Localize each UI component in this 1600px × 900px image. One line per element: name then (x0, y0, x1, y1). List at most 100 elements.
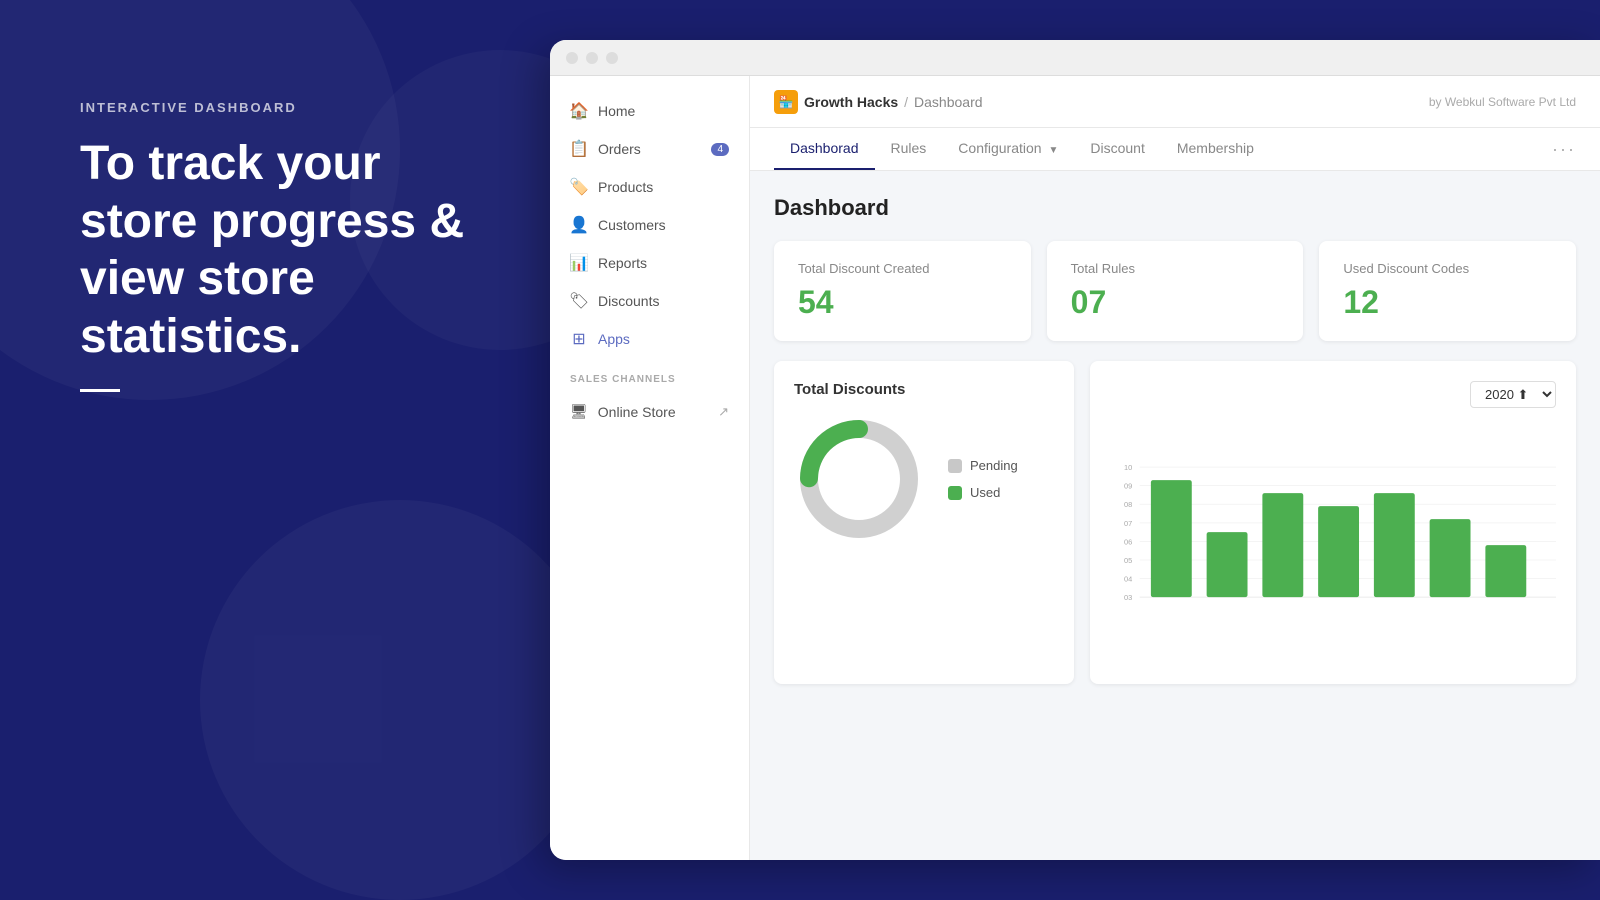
online-store-label: Online Store (598, 404, 676, 420)
bg-circle-2 (200, 500, 600, 900)
svg-text:03: 03 (1124, 593, 1132, 602)
sidebar-item-reports-label: Reports (598, 255, 647, 271)
donut-chart (794, 414, 924, 544)
legend-pending-label: Pending (970, 458, 1018, 473)
legend-dot-used (948, 486, 962, 500)
app-layout: 🏠 Home 📋 Orders 4 🏷️ Products 👤 Customer… (550, 76, 1600, 860)
legend-item-pending: Pending (948, 458, 1018, 473)
sidebar-item-discounts[interactable]: 🏷 Discounts (550, 282, 749, 320)
donut-legend: Pending Used (948, 458, 1018, 500)
sales-channels-label: SALES CHANNELS (550, 358, 749, 393)
sidebar-item-home[interactable]: 🏠 Home (550, 92, 749, 130)
svg-text:10: 10 (1124, 463, 1132, 472)
store-icon: 🏪 (774, 90, 798, 114)
browser-window: 🏠 Home 📋 Orders 4 🏷️ Products 👤 Customer… (550, 40, 1600, 860)
year-select[interactable]: 2020 ⬆ (1470, 381, 1556, 408)
bar-2 (1207, 532, 1248, 597)
bar-1 (1151, 480, 1192, 597)
bar-4 (1318, 506, 1359, 597)
svg-text:08: 08 (1124, 500, 1132, 509)
stat-total-rules-value: 07 (1071, 284, 1280, 321)
browser-dot-2 (586, 52, 598, 64)
stat-total-discount-label: Total Discount Created (798, 261, 1007, 276)
bar-card-header: 2020 ⬆ (1110, 381, 1556, 408)
sidebar-item-customers-label: Customers (598, 217, 666, 233)
tab-configuration[interactable]: Configuration ▼ (942, 128, 1074, 170)
browser-dot-3 (606, 52, 618, 64)
sidebar-item-orders[interactable]: 📋 Orders 4 (550, 130, 749, 168)
sidebar-item-orders-label: Orders (598, 141, 641, 157)
orders-icon: 📋 (570, 140, 588, 158)
main-content: 🏪 Growth Hacks / Dashboard by Webkul Sof… (750, 76, 1600, 860)
home-icon: 🏠 (570, 102, 588, 120)
left-panel-subtitle: INTERACTIVE DASHBOARD (80, 100, 510, 115)
svg-text:05: 05 (1124, 556, 1132, 565)
tab-rules[interactable]: Rules (875, 128, 943, 170)
by-webkul-label: by Webkul Software Pvt Ltd (1429, 95, 1576, 109)
tab-membership-label: Membership (1177, 140, 1254, 156)
bar-3 (1262, 493, 1303, 597)
online-store-icon: 🖥 (570, 403, 588, 420)
tab-rules-label: Rules (891, 140, 927, 156)
sidebar: 🏠 Home 📋 Orders 4 🏷️ Products 👤 Customer… (550, 76, 750, 860)
discounts-icon: 🏷 (570, 292, 588, 310)
bar-7 (1485, 545, 1526, 597)
svg-text:04: 04 (1124, 575, 1132, 584)
donut-container: Pending Used (794, 414, 1054, 544)
sidebar-item-apps[interactable]: ⊞ Apps (550, 320, 749, 358)
legend-item-used: Used (948, 485, 1018, 500)
left-panel: INTERACTIVE DASHBOARD To track your stor… (80, 100, 510, 392)
legend-dot-pending (948, 459, 962, 473)
left-panel-title: To track your store progress & view stor… (80, 135, 510, 365)
breadcrumb: 🏪 Growth Hacks / Dashboard (774, 90, 983, 114)
sidebar-item-products[interactable]: 🏷️ Products (550, 168, 749, 206)
tab-discount-label: Discount (1090, 140, 1144, 156)
tab-discount[interactable]: Discount (1074, 128, 1160, 170)
stat-total-rules-label: Total Rules (1071, 261, 1280, 276)
bar-chart-area: 10 09 08 07 06 05 04 03 (1110, 424, 1556, 664)
apps-icon: ⊞ (570, 330, 588, 348)
external-link-icon: ↗ (718, 404, 729, 420)
more-options-icon[interactable]: ··· (1552, 139, 1576, 160)
customers-icon: 👤 (570, 216, 588, 234)
svg-text:06: 06 (1124, 537, 1132, 546)
sidebar-item-discounts-label: Discounts (598, 293, 659, 309)
title-underline (80, 389, 120, 392)
sidebar-item-reports[interactable]: 📊 Reports (550, 244, 749, 282)
stat-card-used-codes: Used Discount Codes 12 (1319, 241, 1576, 341)
browser-dot-1 (566, 52, 578, 64)
nav-tabs: Dashborad Rules Configuration ▼ Discount… (750, 128, 1600, 171)
tab-dashboard-label: Dashborad (790, 140, 859, 156)
browser-chrome (550, 40, 1600, 76)
sidebar-item-online-store[interactable]: 🖥 Online Store ↗ (550, 393, 749, 430)
dashboard-body: Dashboard Total Discount Created 54 Tota… (750, 171, 1600, 708)
stat-used-codes-value: 12 (1343, 284, 1552, 321)
stats-row: Total Discount Created 54 Total Rules 07… (774, 241, 1576, 341)
stat-used-codes-label: Used Discount Codes (1343, 261, 1552, 276)
tab-membership[interactable]: Membership (1161, 128, 1270, 170)
tab-configuration-label: Configuration (958, 140, 1041, 156)
reports-icon: 📊 (570, 254, 588, 272)
donut-card-title: Total Discounts (794, 381, 1054, 398)
svg-text:09: 09 (1124, 482, 1132, 491)
svg-text:07: 07 (1124, 519, 1132, 528)
bar-card: 2020 ⬆ (1090, 361, 1576, 684)
sidebar-item-products-label: Products (598, 179, 653, 195)
dashboard-title: Dashboard (774, 195, 1576, 221)
top-bar: 🏪 Growth Hacks / Dashboard by Webkul Sof… (750, 76, 1600, 128)
bar-6 (1430, 519, 1471, 597)
bar-chart-svg: 10 09 08 07 06 05 04 03 (1110, 424, 1556, 644)
stat-card-total-rules: Total Rules 07 (1047, 241, 1304, 341)
tab-dashboard[interactable]: Dashborad (774, 128, 875, 170)
sidebar-item-customers[interactable]: 👤 Customers (550, 206, 749, 244)
charts-row: Total Discounts (774, 361, 1576, 684)
sidebar-item-home-label: Home (598, 103, 635, 119)
breadcrumb-page: Dashboard (914, 94, 983, 110)
config-arrow-icon: ▼ (1048, 145, 1058, 156)
orders-badge: 4 (711, 143, 729, 156)
donut-card: Total Discounts (774, 361, 1074, 684)
stat-card-total-discount: Total Discount Created 54 (774, 241, 1031, 341)
bar-5 (1374, 493, 1415, 597)
stat-total-discount-value: 54 (798, 284, 1007, 321)
legend-used-label: Used (970, 485, 1000, 500)
